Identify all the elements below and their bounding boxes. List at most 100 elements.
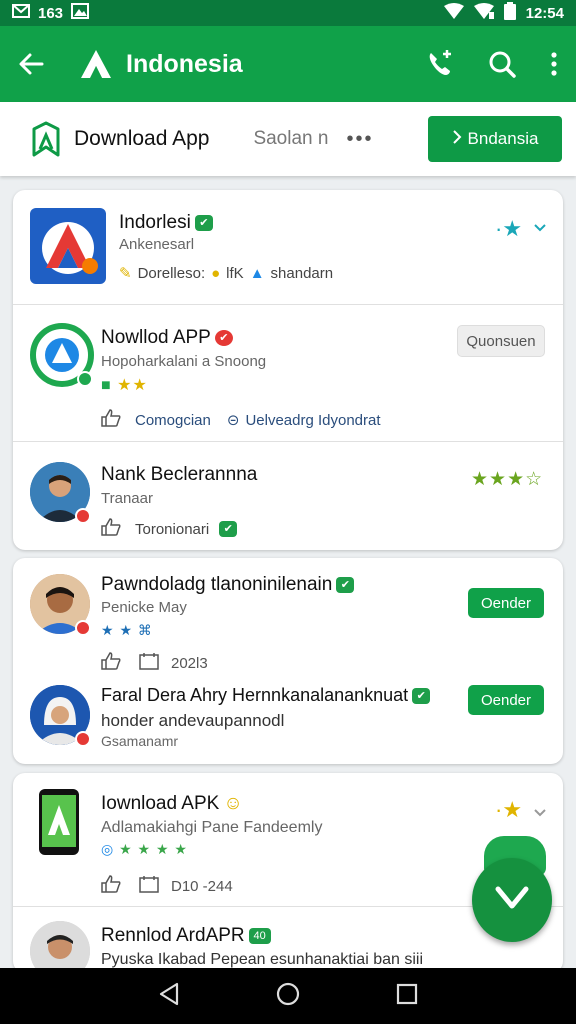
action-button[interactable]: Quonsuen: [457, 325, 545, 357]
status-left: 163: [12, 3, 90, 23]
target-icon: ◎: [101, 841, 115, 857]
app-actions: Toronionari ✔: [101, 518, 238, 540]
rating-star-icon[interactable]: ·★: [495, 216, 522, 242]
phone-call-icon[interactable]: [426, 50, 454, 78]
app-actions: D10 -244: [101, 875, 233, 897]
verified-icon: ✔: [336, 576, 355, 593]
status-right: 12:54: [443, 2, 564, 24]
verified-icon: ✔: [214, 329, 233, 346]
star-rating: ★ ★ ★ ★: [119, 841, 188, 857]
app-logo-icon: [80, 49, 112, 79]
app-subtitle: Tranaar: [101, 490, 153, 507]
list-item[interactable]: Pawndoladg tlanoninilenain ✔ Penicke May …: [13, 558, 563, 673]
rating-star-icon[interactable]: ·★: [495, 797, 522, 823]
fab-expand-button[interactable]: [472, 858, 552, 942]
app-icon: [30, 208, 106, 284]
app-meta: ✎ Dorelleso: ● lfK ▲ shandarn: [119, 264, 334, 283]
app-actions: 202l3: [101, 652, 208, 674]
more-vert-icon[interactable]: [550, 52, 558, 76]
app-subtitle: Penicke May: [101, 599, 187, 616]
status-dot: [75, 620, 91, 636]
verified-icon: ✔: [194, 214, 213, 231]
more-horiz-icon[interactable]: •••: [346, 128, 373, 151]
verified-icon: ✔: [219, 521, 238, 537]
meta-label-c: shandarn: [270, 264, 334, 282]
download-app-icon: [30, 121, 62, 157]
thumbs-up-icon[interactable]: [101, 518, 121, 540]
chevron-down-icon: [495, 886, 529, 915]
action-label-a[interactable]: Comogcian: [135, 412, 211, 429]
region-button[interactable]: Bndansia: [428, 116, 562, 162]
sub-bar-search[interactable]: Saolan n: [253, 128, 328, 150]
thumbs-up-icon[interactable]: [101, 652, 121, 674]
action-label-b[interactable]: Uelveadrg Idyondrat: [245, 412, 380, 429]
app-actions: Comogcian ⊝ Uelveadrg Idyondrat: [101, 409, 381, 431]
status-dot: [75, 731, 91, 747]
avatar: [30, 921, 90, 973]
calendar-icon[interactable]: [139, 652, 159, 674]
star-rating: ★★: [117, 377, 148, 394]
system-nav-bar: [0, 968, 576, 1024]
photo-icon: [71, 3, 90, 23]
list-item[interactable]: Nowllod APP ✔ Hopoharkalani a Snoong ■ ★★…: [13, 305, 563, 442]
status-dot: [75, 508, 91, 524]
wifi-icon: [443, 3, 464, 23]
app-name: Faral Dera Ahry Hernnkanalananknuat: [101, 685, 409, 705]
list-item[interactable]: Indorlesi ✔ Ankenesarl ✎ Dorelleso: ● lfK…: [13, 190, 563, 305]
action-label-a: 202l3: [171, 654, 208, 672]
action-label-a[interactable]: Toronionari: [135, 521, 209, 538]
verified-icon: 40: [248, 927, 271, 944]
meta-label-b: lfK: [226, 264, 244, 282]
app-name: Indorlesi: [119, 212, 191, 233]
recents-nav-icon[interactable]: [396, 983, 418, 1010]
action-button[interactable]: Oender: [468, 685, 544, 715]
status-dot: [77, 371, 93, 387]
app-subtitle: Ankenesarl: [119, 236, 195, 253]
chevron-right-icon: [452, 129, 462, 149]
app-name: Nank Beclerannna: [101, 464, 258, 485]
app-bar-actions: [426, 50, 558, 78]
mail-icon: [12, 4, 30, 22]
sub-bar: Download App Saolan n ••• Bndansia: [0, 102, 576, 176]
app-name: Iownload APK: [101, 793, 220, 814]
app-subtitle-secondary: Gsamanamr: [101, 733, 179, 749]
thumbs-up-icon[interactable]: [101, 409, 121, 431]
status-bar: 163 12:54: [0, 0, 576, 26]
app-bar-title: Indonesia: [126, 49, 243, 78]
action-label-a: D10 -244: [171, 877, 233, 895]
list-item[interactable]: Nank Beclerannna Tranaar ★★★☆ Toronionar…: [13, 442, 563, 550]
calendar-icon[interactable]: [139, 875, 159, 897]
sub-bar-title: Download App: [74, 127, 210, 150]
battery-icon: [503, 2, 516, 24]
app-subtitle: Hopoharkalani a Snoong: [101, 353, 267, 370]
thumbs-up-icon[interactable]: [101, 875, 121, 897]
app-name: Pawndoladg tlanoninilenain: [101, 574, 333, 595]
app-subtitle: Pyuska Ikabad Pepean esunhanaktiai ban s…: [101, 951, 423, 968]
search-icon[interactable]: [488, 50, 516, 78]
chevron-down-icon[interactable]: [533, 220, 547, 238]
app-card-2: Pawndoladg tlanoninilenain ✔ Penicke May …: [13, 558, 563, 764]
action-button[interactable]: Oender: [468, 588, 544, 618]
shield-icon: ⊝: [226, 412, 240, 429]
app-subtitle: honder andevaupannodl: [101, 711, 285, 730]
bag-icon: ■: [101, 377, 112, 394]
chevron-down-icon[interactable]: [533, 805, 547, 823]
status-notification-count: 163: [38, 4, 64, 22]
app-bar: Indonesia: [0, 26, 576, 102]
status-time: 12:54: [525, 4, 564, 22]
meta-label-a: Dorelleso:: [137, 264, 206, 282]
back-arrow-icon[interactable]: [18, 52, 44, 76]
home-nav-icon[interactable]: [275, 981, 301, 1012]
back-nav-icon[interactable]: [158, 982, 180, 1011]
list-item[interactable]: Faral Dera Ahry Hernnkanalananknuat ✔ hon…: [13, 673, 563, 764]
app-card-1: Indorlesi ✔ Ankenesarl ✎ Dorelleso: ● lfK…: [13, 190, 563, 550]
app-name: Nowllod APP: [101, 327, 211, 348]
app-name: Rennlod ArdAPR: [101, 925, 245, 946]
star-rating: ★ ★ ⌘: [101, 622, 153, 638]
star-rating: ★★★☆: [471, 469, 544, 490]
thumbs-up-icon: ▲: [249, 264, 265, 282]
verified-icon: ✔: [412, 688, 431, 705]
emoji-icon: ☺: [223, 793, 243, 814]
phone-app-icon: [39, 789, 79, 855]
region-button-label: Bndansia: [467, 129, 539, 148]
